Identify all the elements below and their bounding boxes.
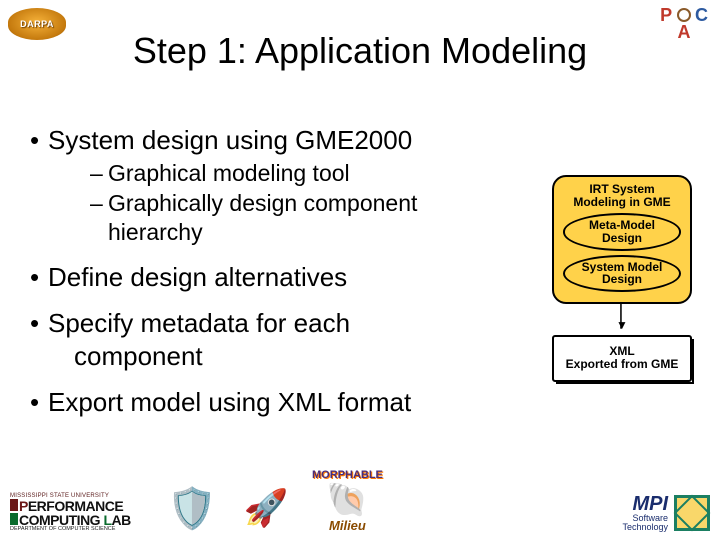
- pca-letter-c: C: [695, 5, 708, 25]
- perf-lab-bar-icon: [10, 499, 18, 511]
- bullet-4-text: Export model using XML format: [48, 387, 411, 417]
- morphable-bot-text: Milieu: [329, 519, 366, 532]
- mpi-chip-icon: [674, 495, 710, 531]
- bullet-dot-icon: •: [30, 124, 48, 157]
- bullet-3-text-a: Specify metadata for each: [48, 308, 350, 338]
- mpi-logo: MPI Software Technology: [622, 494, 710, 532]
- bullet-2: •Define design alternatives: [30, 261, 530, 294]
- pca-gear-icon: [677, 8, 691, 22]
- content-area: •System design using GME2000 –Graphical …: [30, 110, 530, 419]
- dash-icon: –: [90, 189, 108, 218]
- bullet-1-sub-2: –Graphically design component: [90, 189, 530, 218]
- footer-logos: MISSISSIPPI STATE UNIVERSITY PERFORMANCE…: [10, 470, 710, 532]
- perf-lab-computing-line: COMPUTING LAB: [10, 513, 142, 527]
- bullet-1-sub-2-cont: hierarchy: [108, 218, 530, 247]
- bullet-dot-icon: •: [30, 307, 48, 340]
- rocket-icon: 🚀: [244, 487, 289, 529]
- perf-lab-bar-icon: [10, 513, 18, 525]
- diagram: IRT System Modeling in GME Meta-Model De…: [552, 175, 692, 382]
- bullet-2-text: Define design alternatives: [48, 262, 347, 292]
- bullet-1: •System design using GME2000: [30, 124, 530, 157]
- rocket-logo: 🚀: [242, 484, 290, 532]
- mpi-big-text: MPI: [622, 494, 668, 514]
- dash-icon: –: [90, 159, 108, 188]
- bullet-4: •Export model using XML format: [30, 386, 530, 419]
- shield-icon: 🛡️: [167, 485, 217, 532]
- cornucopia-icon: 🐚: [326, 483, 368, 517]
- diagram-oval-meta-model: Meta-Model Design: [563, 213, 681, 250]
- bullet-dot-icon: •: [30, 386, 48, 419]
- morphable-logo: MORPHABLE 🐚 Milieu: [312, 470, 383, 532]
- diagram-box-top: IRT System Modeling in GME Meta-Model De…: [552, 175, 692, 304]
- darpa-logo-text: DARPA: [20, 19, 54, 29]
- diagram-header: IRT System Modeling in GME: [560, 183, 684, 209]
- bullet-3: •Specify metadata for each: [30, 307, 530, 340]
- performance-lab-logo: MISSISSIPPI STATE UNIVERSITY PERFORMANCE…: [10, 493, 142, 533]
- slide-title: Step 1: Application Modeling: [0, 30, 720, 72]
- bullet-1-sub-1: –Graphical modeling tool: [90, 159, 530, 188]
- bullet-1-sub-2-text-a: Graphically design component: [108, 190, 417, 216]
- diagram-oval-system-model: System Model Design: [563, 255, 681, 292]
- bullet-1-text: System design using GME2000: [48, 125, 412, 155]
- shield-logo: 🛡️: [164, 484, 220, 532]
- diagram-arrow-down-icon: │: [552, 304, 692, 333]
- bullet-3-cont: component: [74, 340, 530, 373]
- bullet-dot-icon: •: [30, 261, 48, 294]
- bullet-1-sub-1-text: Graphical modeling tool: [108, 160, 350, 186]
- mpi-small-2: Technology: [622, 523, 668, 532]
- slide: DARPA P C A Step 1: Application Modeling…: [0, 0, 720, 540]
- morphable-top-text: MORPHABLE: [312, 470, 383, 481]
- pca-letter-p: P: [660, 5, 672, 25]
- perf-lab-performance-line: PERFORMANCE: [10, 499, 142, 513]
- diagram-box-xml: XML Exported from GME: [552, 335, 692, 383]
